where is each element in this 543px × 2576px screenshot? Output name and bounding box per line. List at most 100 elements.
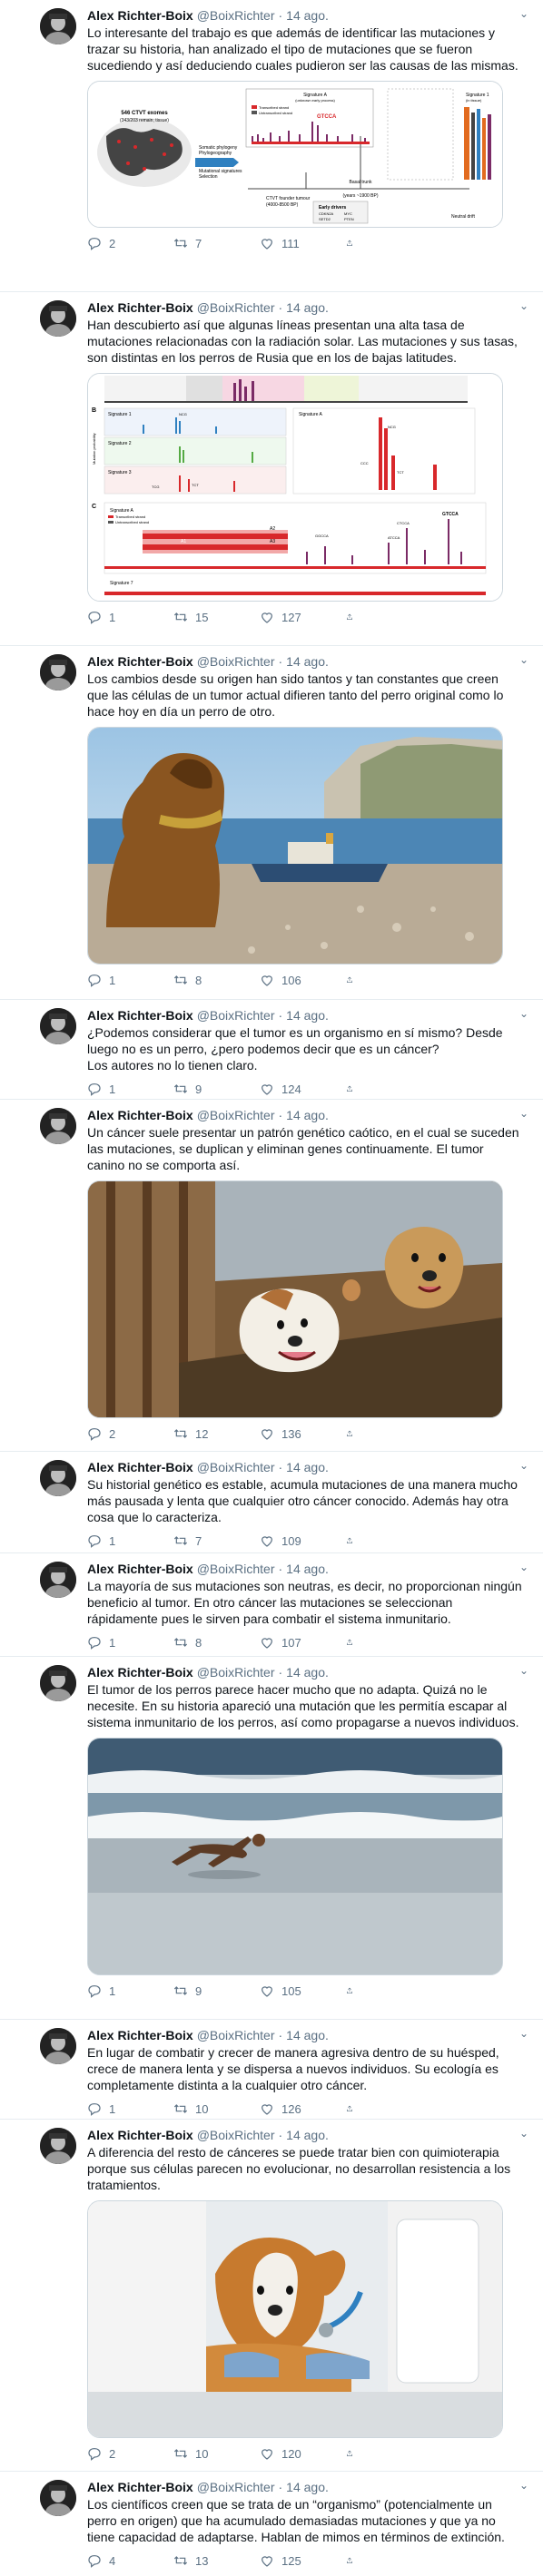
chevron-down-icon[interactable]: ⌄ — [519, 653, 528, 666]
retweet-button[interactable]: 8 — [173, 1635, 260, 1650]
author-handle[interactable]: @BoixRichter — [197, 653, 275, 670]
retweet-button[interactable]: 7 — [173, 236, 260, 250]
tweet[interactable]: ⌄ Alex Richter-Boix @BoixRichter · 14 ag… — [0, 292, 543, 646]
photo[interactable] — [87, 2200, 503, 2438]
retweet-button[interactable]: 10 — [173, 2446, 260, 2461]
retweet-button[interactable]: 12 — [173, 1426, 260, 1441]
reply-button[interactable]: 1 — [87, 973, 173, 987]
author-handle[interactable]: @BoixRichter — [197, 2479, 275, 2495]
like-button[interactable]: 120 — [260, 2446, 346, 2461]
author-handle[interactable]: @BoixRichter — [197, 1459, 275, 1475]
share-button[interactable] — [346, 1533, 360, 1548]
timestamp[interactable]: 14 ago. — [286, 2127, 329, 2143]
timestamp[interactable]: 14 ago. — [286, 1561, 329, 1577]
reply-button[interactable]: 2 — [87, 236, 173, 250]
like-button[interactable]: 125 — [260, 2553, 346, 2568]
tweet[interactable]: ⌄ Alex Richter-Boix @BoixRichter · 14 ag… — [0, 1657, 543, 2020]
tweet[interactable]: ⌄ Alex Richter-Boix @BoixRichter · 14 ag… — [0, 2020, 543, 2120]
share-button[interactable] — [346, 1426, 360, 1441]
retweet-button[interactable]: 10 — [173, 2101, 260, 2116]
author-handle[interactable]: @BoixRichter — [197, 2127, 275, 2143]
timestamp[interactable]: 14 ago. — [286, 1459, 329, 1475]
timestamp[interactable]: 14 ago. — [286, 1107, 329, 1123]
reply-button[interactable]: 1 — [87, 1983, 173, 1998]
like-button[interactable]: 126 — [260, 2101, 346, 2116]
tweet[interactable]: ⌄ Alex Richter-Boix @BoixRichter · 14 ag… — [0, 1100, 543, 1452]
avatar[interactable] — [40, 1008, 76, 1044]
like-button[interactable]: 111 — [260, 236, 346, 250]
timestamp[interactable]: 14 ago. — [286, 2027, 329, 2043]
author-handle[interactable]: @BoixRichter — [197, 1107, 275, 1123]
avatar[interactable] — [40, 8, 76, 44]
author-name[interactable]: Alex Richter-Boix — [87, 1664, 193, 1680]
avatar[interactable] — [40, 1562, 76, 1598]
chevron-down-icon[interactable]: ⌄ — [519, 299, 528, 312]
share-button[interactable] — [346, 2553, 360, 2568]
author-handle[interactable]: @BoixRichter — [197, 1561, 275, 1577]
tweet[interactable]: ⌄ Alex Richter-Boix @BoixRichter · 14 ag… — [0, 646, 543, 1000]
retweet-button[interactable]: 9 — [173, 1082, 260, 1096]
chevron-down-icon[interactable]: ⌄ — [519, 1007, 528, 1020]
avatar[interactable] — [40, 654, 76, 691]
author-name[interactable]: Alex Richter-Boix — [87, 653, 193, 670]
author-name[interactable]: Alex Richter-Boix — [87, 2027, 193, 2043]
timestamp[interactable]: 14 ago. — [286, 7, 329, 24]
tweet[interactable]: ⌄ Alex Richter-Boix @BoixRichter · 14 ag… — [0, 1553, 543, 1657]
like-button[interactable]: 109 — [260, 1533, 346, 1548]
reply-button[interactable]: 2 — [87, 1426, 173, 1441]
chevron-down-icon[interactable]: ⌄ — [519, 2479, 528, 2492]
retweet-button[interactable]: 13 — [173, 2553, 260, 2568]
avatar[interactable] — [40, 1108, 76, 1144]
tweet[interactable]: ⌄ Alex Richter-Boix @BoixRichter · 14 ag… — [0, 2472, 543, 2571]
like-button[interactable]: 107 — [260, 1635, 346, 1650]
tweet[interactable]: ⌄ Alex Richter-Boix @BoixRichter · 14 ag… — [0, 1452, 543, 1553]
share-button[interactable] — [346, 236, 360, 250]
share-button[interactable] — [346, 1082, 360, 1096]
chevron-down-icon[interactable]: ⌄ — [519, 1107, 528, 1120]
retweet-button[interactable]: 9 — [173, 1983, 260, 1998]
share-button[interactable] — [346, 1635, 360, 1650]
author-name[interactable]: Alex Richter-Boix — [87, 1107, 193, 1123]
reply-button[interactable]: 1 — [87, 1082, 173, 1096]
retweet-button[interactable]: 7 — [173, 1533, 260, 1548]
chevron-down-icon[interactable]: ⌄ — [519, 2127, 528, 2140]
share-button[interactable] — [346, 2101, 360, 2116]
timestamp[interactable]: 14 ago. — [286, 299, 329, 316]
timestamp[interactable]: 14 ago. — [286, 1664, 329, 1680]
retweet-button[interactable]: 8 — [173, 973, 260, 987]
chevron-down-icon[interactable]: ⌄ — [519, 1664, 528, 1677]
share-button[interactable] — [346, 1983, 360, 1998]
photo[interactable] — [87, 1738, 503, 1975]
tweet[interactable]: ⌄ Alex Richter-Boix @BoixRichter · 14 ag… — [0, 0, 543, 292]
avatar[interactable] — [40, 2128, 76, 2164]
avatar[interactable] — [40, 2480, 76, 2516]
reply-button[interactable]: 1 — [87, 1635, 173, 1650]
share-button[interactable] — [346, 610, 360, 624]
author-name[interactable]: Alex Richter-Boix — [87, 2127, 193, 2143]
share-button[interactable] — [346, 973, 360, 987]
chevron-down-icon[interactable]: ⌄ — [519, 2027, 528, 2040]
avatar[interactable] — [40, 1460, 76, 1496]
avatar[interactable] — [40, 300, 76, 337]
like-button[interactable]: 136 — [260, 1426, 346, 1441]
author-name[interactable]: Alex Richter-Boix — [87, 299, 193, 316]
avatar[interactable] — [40, 2028, 76, 2064]
author-handle[interactable]: @BoixRichter — [197, 2027, 275, 2043]
like-button[interactable]: 106 — [260, 973, 346, 987]
author-name[interactable]: Alex Richter-Boix — [87, 7, 193, 24]
tweet[interactable]: ⌄ Alex Richter-Boix @BoixRichter · 14 ag… — [0, 1000, 543, 1100]
figure-image[interactable]: B Mutation probability Signature 1 NCG S… — [87, 373, 503, 602]
author-handle[interactable]: @BoixRichter — [197, 7, 275, 24]
like-button[interactable]: 127 — [260, 610, 346, 624]
author-name[interactable]: Alex Richter-Boix — [87, 1007, 193, 1024]
reply-button[interactable]: 1 — [87, 2101, 173, 2116]
photo[interactable] — [87, 1180, 503, 1418]
author-name[interactable]: Alex Richter-Boix — [87, 1561, 193, 1577]
chevron-down-icon[interactable]: ⌄ — [519, 1561, 528, 1573]
photo[interactable] — [87, 727, 503, 965]
tweet[interactable]: ⌄ Alex Richter-Boix @BoixRichter · 14 ag… — [0, 2120, 543, 2472]
timestamp[interactable]: 14 ago. — [286, 1007, 329, 1024]
reply-button[interactable]: 1 — [87, 610, 173, 624]
like-button[interactable]: 105 — [260, 1983, 346, 1998]
reply-button[interactable]: 1 — [87, 1533, 173, 1548]
